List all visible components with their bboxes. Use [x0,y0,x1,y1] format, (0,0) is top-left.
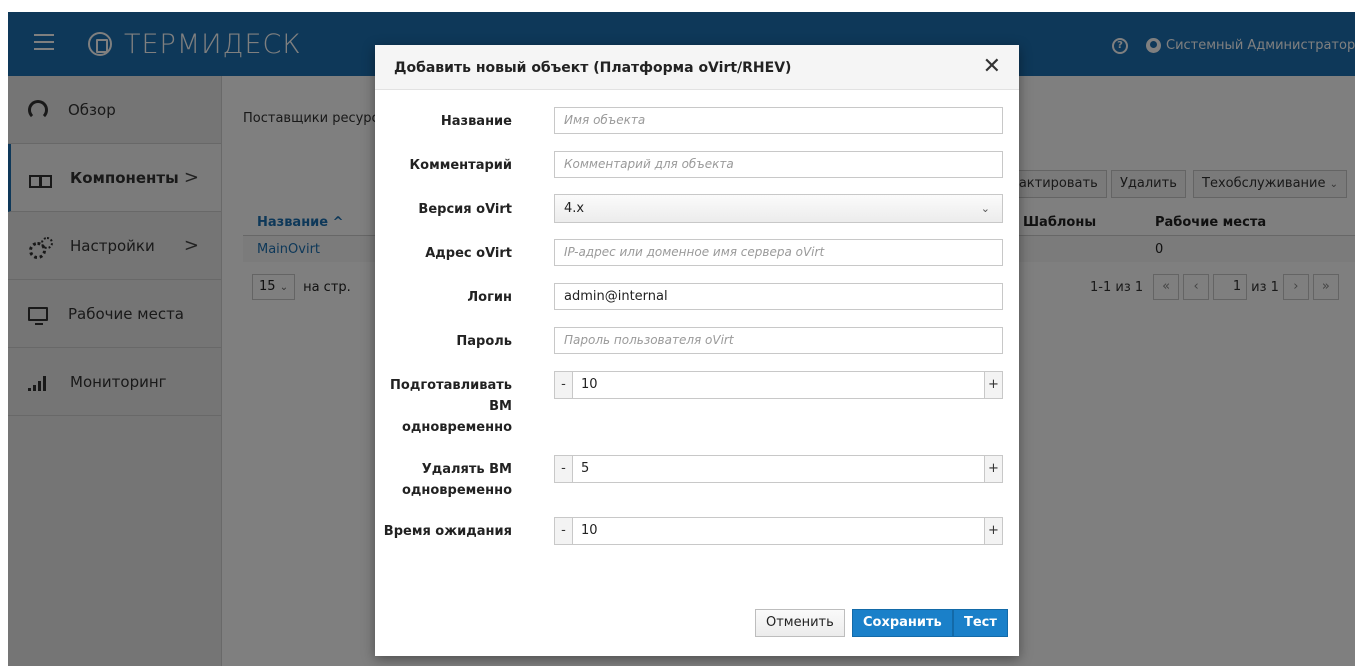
test-button[interactable]: Тест [953,609,1008,637]
prepare-vm-label-line: Подготавливать [390,378,512,393]
timeout-value[interactable]: 10 [581,523,598,538]
dialog-header: Добавить новый объект (Платформа oVirt/R… [375,45,1019,90]
name-field[interactable] [554,107,1003,134]
version-select[interactable]: 4.x ⌄ [554,194,1003,223]
comment-field[interactable] [554,151,1003,178]
save-button[interactable]: Сохранить [852,609,953,637]
delete-vm-label-line: Удалять ВМ [421,462,512,477]
address-label: Адрес oVirt [425,246,512,261]
login-field[interactable] [554,283,1003,310]
increment-button[interactable]: + [984,372,1002,398]
comment-label: Комментарий [409,158,512,173]
increment-button[interactable]: + [984,518,1002,544]
version-label: Версия oVirt [418,202,512,217]
prepare-vm-label: Подготавливать ВМ одновременно [375,375,512,438]
delete-vm-label: Удалять ВМ одновременно [375,459,512,501]
delete-vm-stepper: - 5 + [554,455,1003,483]
increment-button[interactable]: + [984,456,1002,482]
prepare-vm-label-line: одновременно [401,420,512,435]
decrement-button[interactable]: - [555,372,573,398]
password-label: Пароль [456,334,512,349]
prepare-vm-label-line: ВМ [489,399,512,414]
add-object-dialog: Добавить новый объект (Платформа oVirt/R… [375,45,1019,656]
address-field[interactable] [554,239,1003,266]
prepare-vm-stepper: - 10 + [554,371,1003,399]
cancel-button[interactable]: Отменить [755,609,845,637]
chevron-down-icon: ⌄ [980,202,990,215]
delete-vm-label-line: одновременно [401,483,512,498]
password-field[interactable] [554,327,1003,354]
delete-vm-value[interactable]: 5 [581,461,589,476]
prepare-vm-value[interactable]: 10 [581,377,598,392]
decrement-button[interactable]: - [555,518,573,544]
timeout-label: Время ожидания [383,524,512,539]
close-icon[interactable]: ✕ [983,54,1001,80]
timeout-stepper: - 10 + [554,517,1003,545]
version-value: 4.x [564,201,585,216]
dialog-title: Добавить новый объект (Платформа oVirt/R… [394,60,792,76]
name-label: Название [440,114,512,129]
decrement-button[interactable]: - [555,456,573,482]
login-label: Логин [467,290,512,305]
